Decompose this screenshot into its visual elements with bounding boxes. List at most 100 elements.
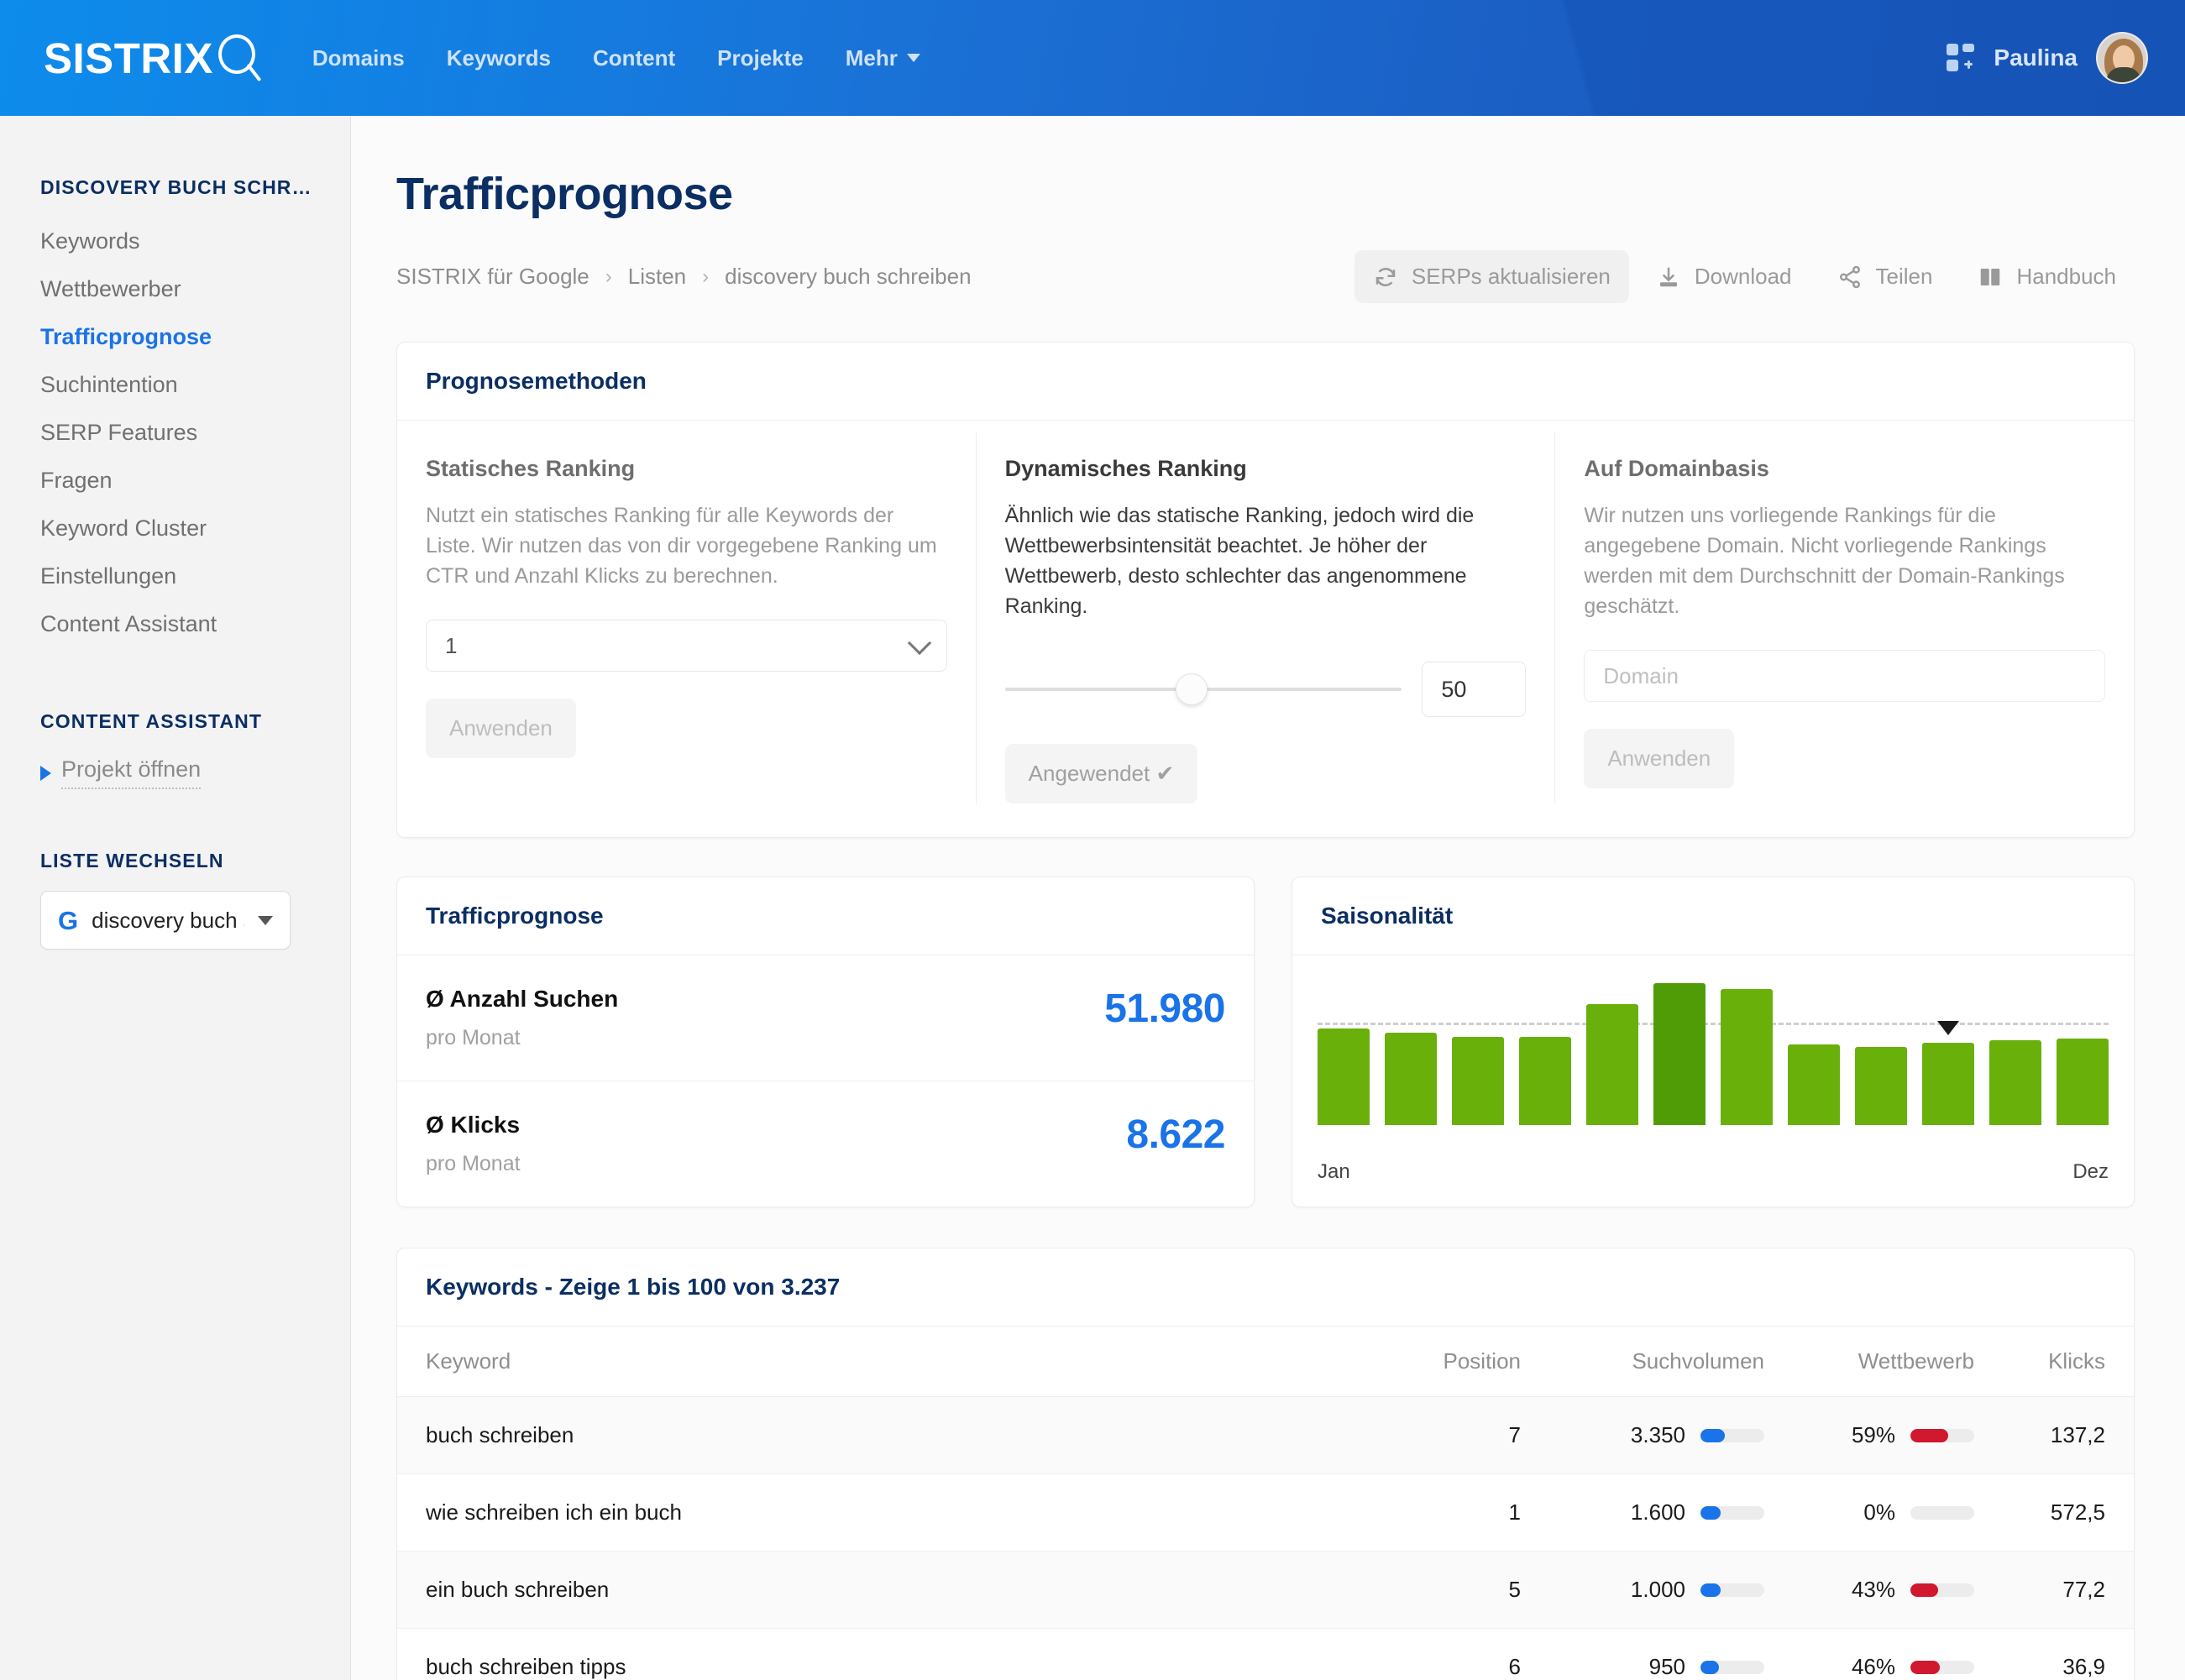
sistrix-logo[interactable]: SISTRIX xyxy=(44,33,264,83)
sidebar-item-serp-features[interactable]: SERP Features xyxy=(40,409,350,457)
download-button[interactable]: Download xyxy=(1637,250,1810,303)
forecast-methods-header: Prognosemethoden xyxy=(397,343,2134,421)
sidebar-item-suchintention[interactable]: Suchintention xyxy=(40,361,350,409)
share-label: Teilen xyxy=(1875,264,1933,289)
chart-bar[interactable] xyxy=(1519,1037,1571,1125)
chart-bar[interactable] xyxy=(1855,1047,1907,1125)
table-row[interactable]: buch schreiben tipps 6 950 46% 36,9 xyxy=(397,1628,2134,1680)
keywords-table: Keyword Position Suchvolumen Wettbewerb … xyxy=(397,1327,2134,1680)
nav-label: Projekte xyxy=(717,44,804,71)
wettbewerb-value: 0% xyxy=(1863,1499,1895,1525)
stat-label: Ø Klicks xyxy=(426,1112,521,1138)
cell-klicks: 36,9 xyxy=(1974,1628,2134,1680)
sidebar-item-fragen[interactable]: Fragen xyxy=(40,457,350,505)
sidebar-item-trafficprognose[interactable]: Trafficprognose xyxy=(40,313,350,361)
sidebar-item-keywords[interactable]: Keywords xyxy=(40,217,350,265)
nav-item-mehr[interactable]: Mehr xyxy=(846,45,920,71)
stat-sublabel: pro Monat xyxy=(426,1026,521,1049)
seasonality-chart xyxy=(1292,955,2134,1149)
list-switch-dropdown[interactable]: G discovery buch s… xyxy=(40,891,291,950)
sidebar-section-title-liste-wechseln: LISTE WECHSELN xyxy=(40,850,224,871)
axis-tick-last: Dez xyxy=(2072,1160,2109,1183)
cell-keyword[interactable]: buch schreiben tipps xyxy=(397,1628,1395,1680)
slider-number-input[interactable]: 50 xyxy=(1422,662,1527,717)
method-domain-basis: Auf Domainbasis Wir nutzen uns vorliegen… xyxy=(1554,432,2134,803)
chevron-down-icon xyxy=(907,631,931,655)
breadcrumb-item-0[interactable]: SISTRIX für Google xyxy=(396,264,589,290)
stat-labels: Ø Anzahl Suchen pro Monat xyxy=(426,986,618,1050)
domain-input[interactable] xyxy=(1584,650,2106,702)
static-apply-button[interactable]: Anwenden xyxy=(426,699,576,758)
sidebar-item-content-assistant[interactable]: Content Assistant xyxy=(40,600,350,648)
avatar[interactable] xyxy=(2096,32,2148,84)
nav-item-projekte[interactable]: Projekte xyxy=(717,45,804,71)
sidebar-item-wettbewerber[interactable]: Wettbewerber xyxy=(40,265,350,313)
domain-apply-button[interactable]: Anwenden xyxy=(1584,729,1735,788)
method-domain-heading: Auf Domainbasis xyxy=(1584,456,1769,481)
wettbewerb-value: 46% xyxy=(1851,1654,1895,1679)
stat-label: Ø Anzahl Suchen xyxy=(426,986,619,1012)
dynamic-apply-button[interactable]: Angewendet ✔ xyxy=(1004,744,1198,803)
suchvolumen-value: 950 xyxy=(1648,1654,1685,1679)
user-name-label[interactable]: Paulina xyxy=(1994,44,2078,71)
breadcrumb-item-2[interactable]: discovery buch schreiben xyxy=(725,264,971,290)
handbook-button[interactable]: Handbuch xyxy=(1959,250,2135,303)
column-header-suchvolumen[interactable]: Suchvolumen xyxy=(1521,1327,1764,1397)
traffic-forecast-title: Trafficprognose xyxy=(426,903,604,929)
slider-handle[interactable] xyxy=(1175,673,1208,705)
slider-number-value: 50 xyxy=(1441,676,1467,702)
wettbewerb-value: 43% xyxy=(1851,1577,1895,1602)
chart-bar[interactable] xyxy=(1922,1020,1974,1125)
sidebar-item-projekt-oeffnen[interactable]: Projekt öffnen xyxy=(40,751,350,793)
table-row[interactable]: wie schreiben ich ein buch 1 1.600 0% 572,5 xyxy=(397,1473,2134,1552)
chart-bar[interactable] xyxy=(1385,1033,1437,1125)
chart-bar[interactable] xyxy=(1452,1037,1504,1125)
sidebar-item-keyword-cluster[interactable]: Keyword Cluster xyxy=(40,505,350,552)
traffic-forecast-card: Trafficprognose Ø Anzahl Suchen pro Mona… xyxy=(396,877,1255,1207)
cell-keyword[interactable]: wie schreiben ich ein buch xyxy=(397,1473,1395,1552)
cell-keyword[interactable]: ein buch schreiben xyxy=(397,1551,1395,1629)
serps-refresh-button[interactable]: SERPs aktualisieren xyxy=(1354,250,1629,303)
chart-bar[interactable] xyxy=(1586,1004,1638,1125)
magnifier-icon xyxy=(217,33,264,83)
breadcrumb-item-1[interactable]: Listen xyxy=(628,264,686,290)
stat-row-searches: Ø Anzahl Suchen pro Monat 51.980 xyxy=(397,955,1254,1081)
cell-suchvolumen: 1.000 xyxy=(1521,1551,1764,1629)
axis-tick-first: Jan xyxy=(1318,1160,1350,1183)
chart-bar[interactable] xyxy=(1318,1028,1370,1125)
static-ranking-select[interactable]: 1 xyxy=(426,620,947,672)
chart-bar[interactable] xyxy=(2057,1038,2109,1125)
cell-klicks: 572,5 xyxy=(1974,1473,2134,1552)
cell-position: 5 xyxy=(1395,1551,1521,1629)
nav-item-content[interactable]: Content xyxy=(593,45,675,71)
method-dynamic-ranking: Dynamisches Ranking Ähnlich wie das stat… xyxy=(975,432,1555,803)
seasonality-header: Saisonalität xyxy=(1292,877,2134,955)
apps-grid-icon[interactable] xyxy=(1947,44,1975,72)
suchvolumen-bar xyxy=(1700,1428,1764,1442)
column-header-wettbewerb[interactable]: Wettbewerb xyxy=(1764,1327,1974,1397)
suchvolumen-bar xyxy=(1700,1660,1764,1674)
wettbewerb-bar xyxy=(1910,1583,1974,1597)
chart-bar[interactable] xyxy=(1788,1044,1840,1125)
dynamic-slider-row: 50 xyxy=(1004,662,1527,717)
chart-bar[interactable] xyxy=(1989,1039,2041,1125)
column-header-position[interactable]: Position xyxy=(1395,1327,1521,1397)
share-button[interactable]: Teilen xyxy=(1819,250,1952,303)
column-header-keyword[interactable]: Keyword xyxy=(397,1327,1395,1397)
chart-bar[interactable] xyxy=(1721,988,1773,1125)
column-header-klicks[interactable]: Klicks xyxy=(1974,1327,2134,1397)
chart-bar[interactable] xyxy=(1653,982,1706,1125)
nav-item-keywords[interactable]: Keywords xyxy=(447,45,551,71)
table-row[interactable]: buch schreiben 7 3.350 59% 137,2 xyxy=(397,1396,2134,1474)
competition-slider[interactable] xyxy=(1004,673,1402,705)
breadcrumb-separator: › xyxy=(702,264,710,288)
suchvolumen-bar xyxy=(1700,1583,1764,1597)
cell-keyword[interactable]: buch schreiben xyxy=(397,1396,1395,1474)
sidebar-item-einstellungen[interactable]: Einstellungen xyxy=(40,552,350,600)
table-row[interactable]: ein buch schreiben 5 1.000 43% 77,2 xyxy=(397,1551,2134,1629)
traffic-forecast-header: Trafficprognose xyxy=(397,877,1254,955)
cell-wettbewerb: 0% xyxy=(1764,1473,1974,1552)
cell-suchvolumen: 1.600 xyxy=(1521,1473,1764,1552)
nav-item-domains[interactable]: Domains xyxy=(312,45,405,71)
keywords-table-head: Keyword Position Suchvolumen Wettbewerb … xyxy=(397,1327,2134,1397)
